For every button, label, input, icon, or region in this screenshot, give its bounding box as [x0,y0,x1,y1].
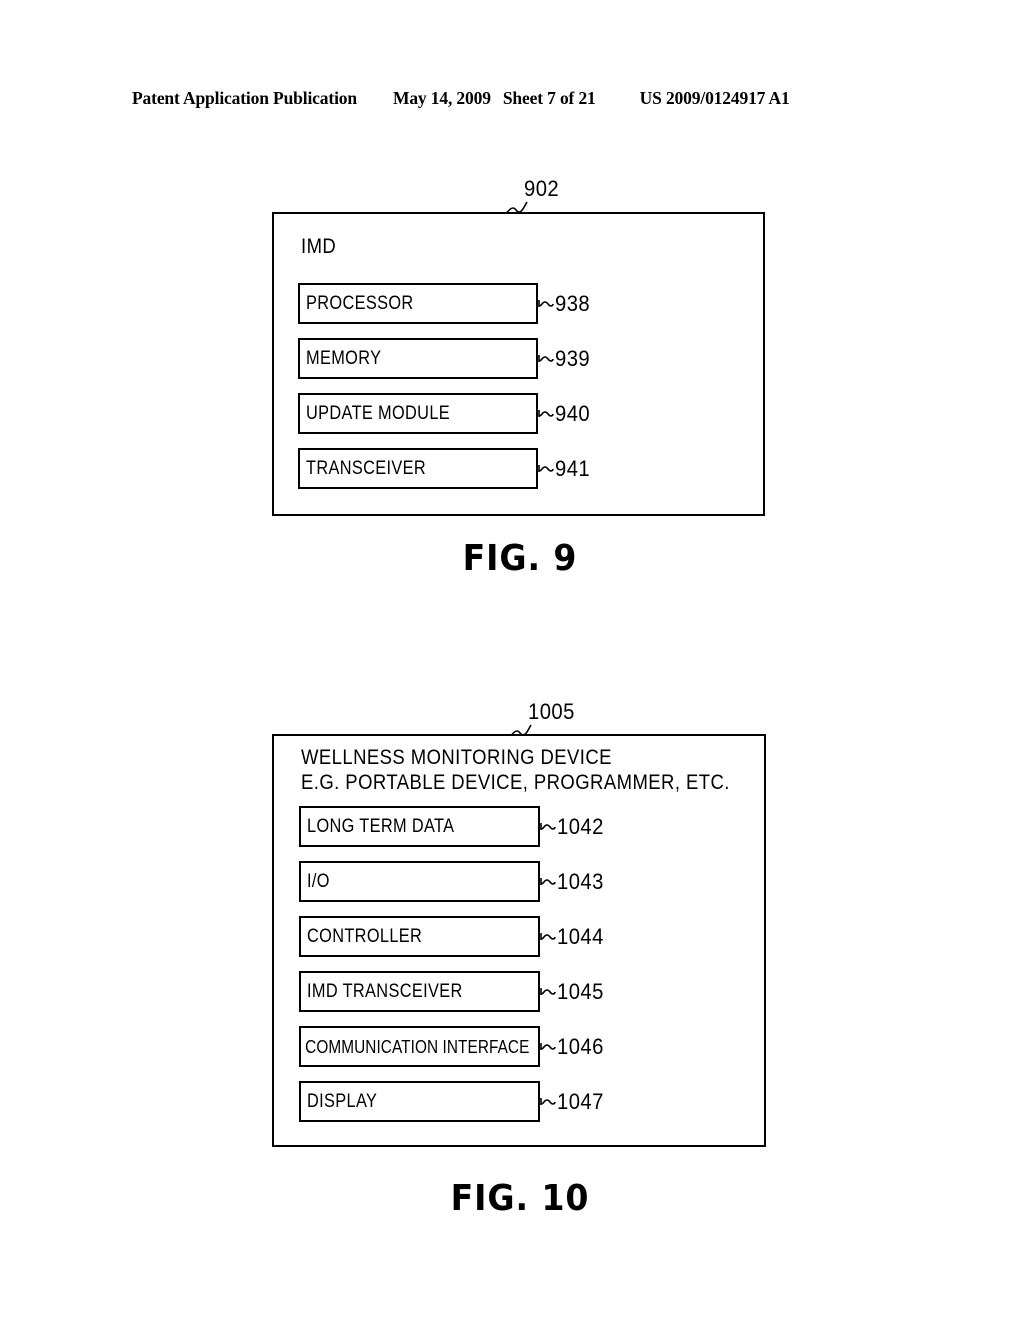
figure-9-block-processor: PROCESSOR [298,283,538,324]
figure-9-ref-939-number: 939 [555,346,591,371]
ref-leader-icon [538,300,554,307]
figure-10-ref-1042: 1042 [540,814,608,839]
header-date: May 14, 2009 [392,88,491,108]
figure-10-ref-1044: 1044 [540,924,608,949]
figure-9-title: IMD [301,235,337,258]
ref-leader-icon [540,878,556,885]
figure-10-block-controller-label: CONTROLLER [307,925,423,947]
figure-9-ref-941-number: 941 [555,456,591,481]
ref-leader-icon [540,988,556,995]
ref-leader-icon [540,933,556,940]
figure-10-block-io-label: I/O [307,870,330,892]
ref-leader-icon [538,410,554,417]
figure-9-block-processor-label: PROCESSOR [306,292,414,314]
figure-9-ref-939: 939 [538,346,593,371]
header-publication-label: Patent Application Publication [132,88,357,108]
figure-9-ref-938: 938 [538,291,593,316]
header-patent-number: US 2009/0124917 A1 [639,88,790,108]
figure-10-ref-1045: 1045 [540,979,608,1004]
figure-10-block-long-term-data-label: LONG TERM DATA [307,815,455,837]
figure-10-block-communication-interface: COMMUNICATION INTERFACE [299,1026,540,1067]
figure-10-ref-1046-number: 1046 [557,1034,604,1059]
figure-10-block-communication-interface-label: COMMUNICATION INTERFACE [305,1035,530,1057]
figure-9-ref-940-number: 940 [555,401,591,426]
figure-10-ref-1047: 1047 [540,1089,608,1114]
figure-10-ref-1043: 1043 [540,869,608,894]
figure-10-ref-1042-number: 1042 [557,814,604,839]
figure-10-ref-1043-number: 1043 [557,869,604,894]
figure-10-block-io: I/O [299,861,540,902]
figure-10-block-display-label: DISPLAY [307,1090,378,1112]
figure-10-title: WELLNESS MONITORING DEVICE E.G. PORTABLE… [301,745,730,795]
figure-9-block-update-module-label: UPDATE MODULE [306,402,451,424]
figure-10-ref-1044-number: 1044 [557,924,604,949]
figure-10-callout: 1005 [506,699,579,738]
ref-leader-icon [540,1043,556,1050]
publication-header: Patent Application Publication May 14, 2… [132,88,892,114]
figure-9-block-memory: MEMORY [298,338,538,379]
figure-10-title-line-2: E.G. PORTABLE DEVICE, PROGRAMMER, ETC. [301,771,730,794]
figure-10-ref-1045-number: 1045 [557,979,604,1004]
figure-9-ref-938-number: 938 [555,291,591,316]
figure-10-block-display: DISPLAY [299,1081,540,1122]
figure-10-block-controller: CONTROLLER [299,916,540,957]
ref-leader-icon [540,823,556,830]
figure-9-ref-941: 941 [538,456,593,481]
header-sheet-number: Sheet 7 of 21 [502,88,596,108]
figure-10-caption: FIG. 10 [450,1178,590,1219]
figure-10-ref-1046: 1046 [540,1034,608,1059]
figure-9-block-memory-label: MEMORY [306,347,382,369]
figure-9-caption: FIG. 9 [462,538,578,579]
figure-9-block-transceiver: TRANSCEIVER [298,448,538,489]
figure-9-block-transceiver-label: TRANSCEIVER [306,457,427,479]
ref-leader-icon [538,355,554,362]
figure-10-ref-1047-number: 1047 [557,1089,604,1114]
figure-10-block-imd-transceiver-label: IMD TRANSCEIVER [307,980,463,1002]
ref-leader-icon [538,465,554,472]
figure-10-block-long-term-data: LONG TERM DATA [299,806,540,847]
figure-9-callout: 902 [502,176,562,215]
ref-leader-icon [540,1098,556,1105]
figure-9-block-update-module: UPDATE MODULE [298,393,538,434]
figure-10-block-imd-transceiver: IMD TRANSCEIVER [299,971,540,1012]
figure-9-ref-940: 940 [538,401,593,426]
figure-10-title-line-1: WELLNESS MONITORING DEVICE [301,746,612,769]
